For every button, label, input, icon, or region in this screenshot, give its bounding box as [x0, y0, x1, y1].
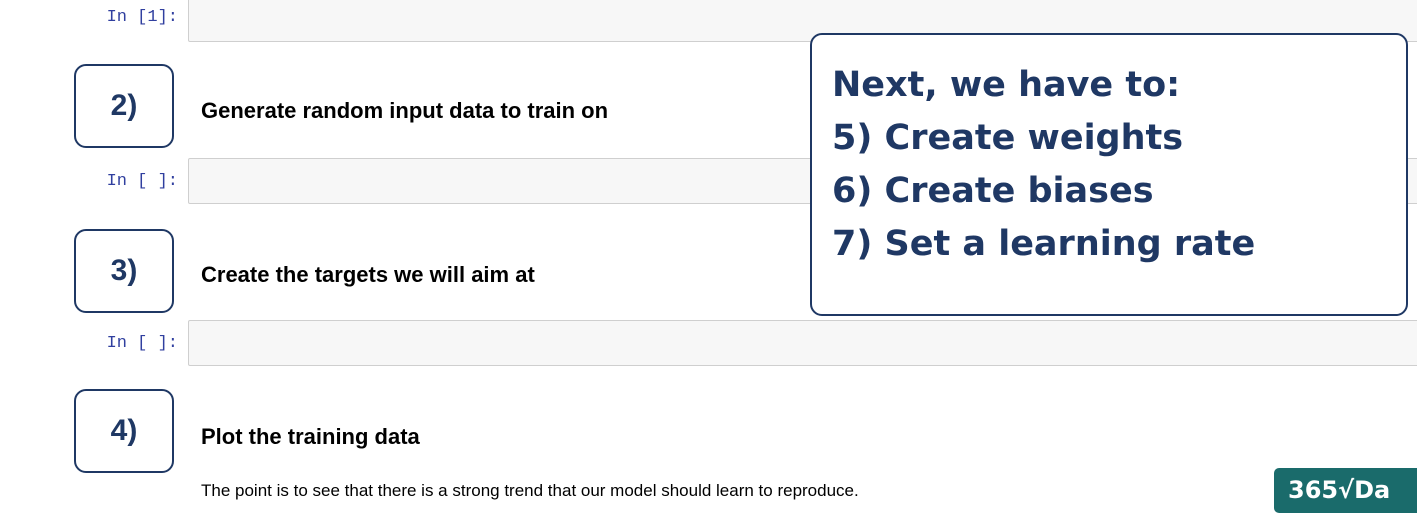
cell-prompt: In [ ]: — [106, 172, 178, 191]
callout-item: 6) Create biases — [832, 171, 1154, 211]
step-number-badge: 2) — [74, 64, 174, 148]
callout-item: 5) Create weights — [832, 118, 1184, 158]
section-heading: Create the targets we will aim at — [201, 262, 535, 287]
step-number-badge: 4) — [74, 389, 174, 473]
section-paragraph: The point is to see that there is a stro… — [201, 481, 859, 500]
step-number-badge: 3) — [74, 229, 174, 313]
cell-prompt: In [ ]: — [106, 334, 178, 353]
callout-title: Next, we have to: — [832, 65, 1181, 105]
brand-logo: 365√Da — [1274, 468, 1417, 513]
section-heading: Generate random input data to train on — [201, 98, 609, 123]
next-steps-callout: Next, we have to: 5) Create weights 6) C… — [810, 33, 1408, 316]
section-heading: Plot the training data — [201, 424, 420, 449]
code-cell-input[interactable] — [188, 320, 1417, 366]
callout-item: 7) Set a learning rate — [832, 224, 1256, 264]
cell-prompt: In [1]: — [106, 8, 178, 27]
